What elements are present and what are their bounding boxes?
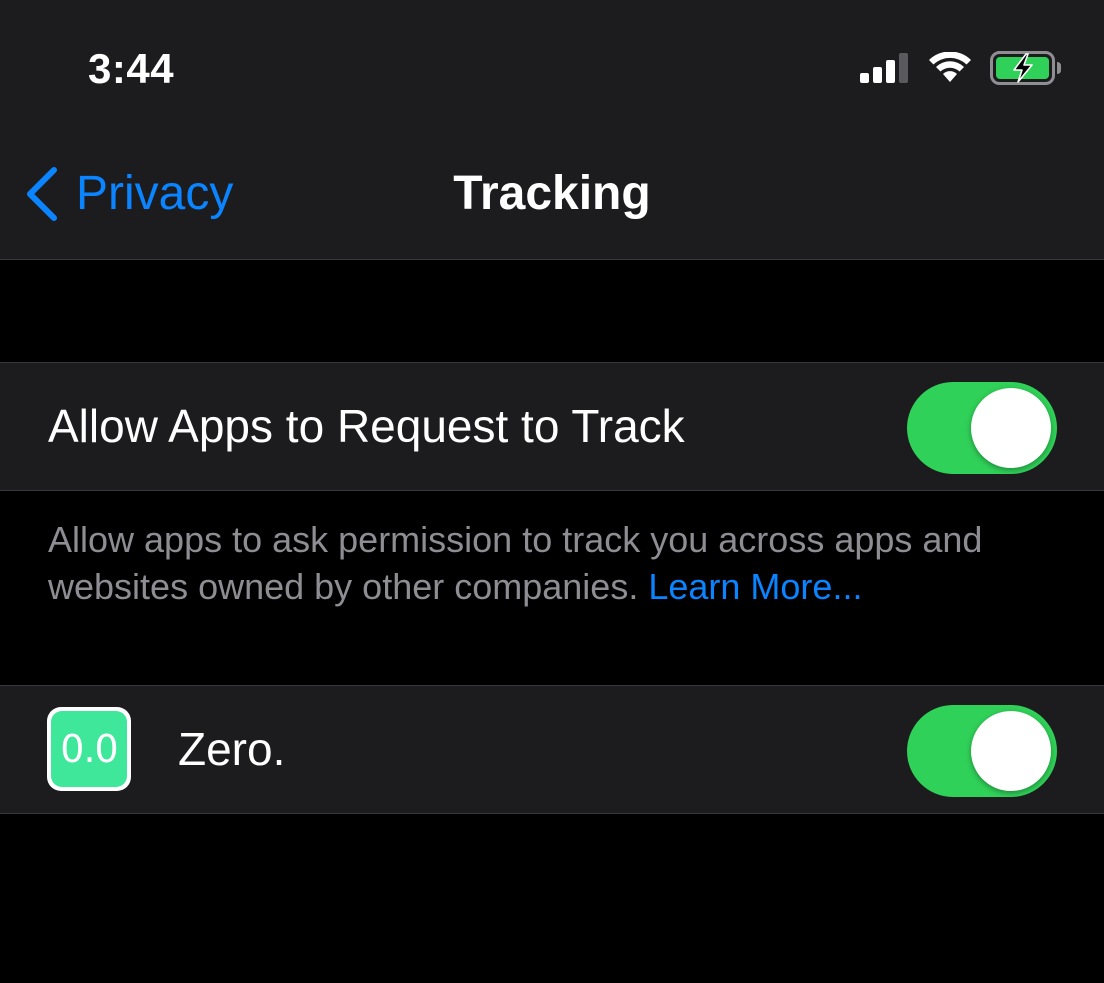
app-tracking-toggle[interactable] — [907, 705, 1057, 797]
toggle-knob — [971, 388, 1051, 468]
header: 3:44 Privacy Tracking — [0, 0, 1104, 260]
back-button[interactable]: Privacy — [22, 162, 233, 226]
cellular-signal-icon — [860, 53, 908, 83]
tracking-settings-screen: 3:44 Privacy Tracking Allow Apps to Requ… — [0, 0, 1104, 983]
app-name-label: Zero. — [178, 723, 286, 775]
allow-tracking-toggle[interactable] — [907, 382, 1057, 474]
zero-app-icon-glyph: 0.0 — [51, 711, 127, 787]
chevron-left-icon — [27, 167, 57, 221]
wifi-icon — [929, 52, 971, 82]
status-icons — [860, 50, 1062, 86]
learn-more-link[interactable]: Learn More... — [648, 566, 862, 607]
battery-charging-icon — [990, 51, 1061, 85]
toggle-knob — [971, 711, 1051, 791]
zero-app-icon: 0.0 — [47, 707, 131, 791]
status-time: 3:44 — [88, 45, 175, 92]
allow-tracking-label: Allow Apps to Request to Track — [48, 400, 685, 452]
tracking-footer-note: Allow apps to ask permission to track yo… — [48, 516, 1058, 610]
allow-tracking-row: Allow Apps to Request to Track — [0, 362, 1104, 491]
back-button-label: Privacy — [76, 167, 234, 220]
app-row-zero: 0.0 Zero. — [0, 685, 1104, 814]
